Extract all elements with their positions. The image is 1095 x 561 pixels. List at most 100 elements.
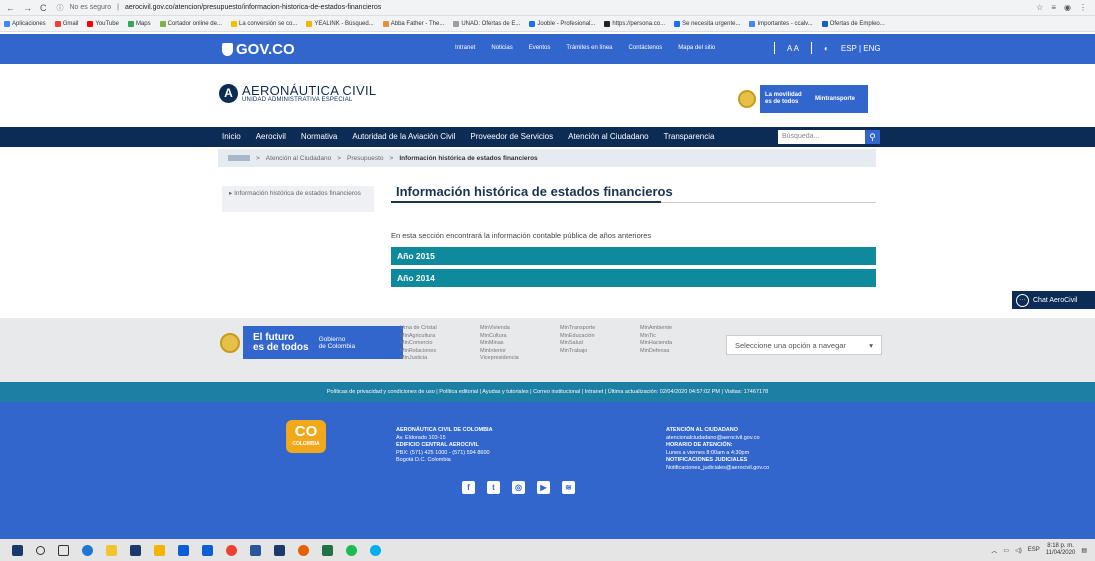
file-explorer-icon[interactable] xyxy=(106,544,117,556)
mail-icon[interactable] xyxy=(202,544,213,556)
search-icon[interactable] xyxy=(36,545,45,555)
bookmark-maps[interactable]: Maps xyxy=(127,20,151,27)
extensions-icon[interactable]: ≡ xyxy=(1051,3,1056,12)
dropbox-icon[interactable] xyxy=(178,544,189,556)
gov-link-eventos[interactable]: Eventos xyxy=(529,45,551,51)
rss-icon[interactable]: ≋ xyxy=(562,481,575,494)
star-icon[interactable]: ☆ xyxy=(1036,3,1043,12)
spotify-icon[interactable] xyxy=(346,544,357,556)
breadcrumb-atencion[interactable]: Atención al Ciudadano xyxy=(266,155,331,162)
colombia-co-logo[interactable]: CO COLOMBIA xyxy=(286,420,326,453)
gov-link-contactenos[interactable]: Contáctenos xyxy=(629,45,663,51)
notifications-icon[interactable]: ▤ xyxy=(1081,547,1087,554)
skype-icon[interactable] xyxy=(370,544,381,556)
menu-icon[interactable]: ⋮ xyxy=(1079,3,1087,12)
chrome-icon[interactable] xyxy=(226,544,237,556)
gov-link-mapa[interactable]: Mapa del sitio xyxy=(678,45,715,51)
link-item[interactable]: MinEducación xyxy=(560,333,640,341)
profile-icon[interactable]: ◉ xyxy=(1064,3,1071,12)
year-2015-accordion[interactable]: Año 2015 xyxy=(391,247,876,265)
bookmark-importantes[interactable]: Importantes - ccalv... xyxy=(749,20,813,27)
link-item[interactable]: MinCultura xyxy=(480,333,560,341)
policy-bar[interactable]: Políticas de privacidad y condiciones de… xyxy=(0,382,1095,402)
link-item[interactable]: MinComercio xyxy=(400,340,480,348)
bookmark-conversion[interactable]: La conversión se co... xyxy=(230,20,297,27)
search-icon[interactable]: ⚲ xyxy=(865,130,880,144)
bookmark-ofertas[interactable]: Ofertas de Empleo... xyxy=(821,20,885,27)
link-item[interactable]: MinMinas xyxy=(480,340,560,348)
forward-icon[interactable]: → xyxy=(23,3,32,13)
bolt-icon[interactable] xyxy=(154,544,165,556)
year-2014-accordion[interactable]: Año 2014 xyxy=(391,269,876,287)
instagram-icon[interactable]: ◎ xyxy=(512,481,525,494)
windows-start-icon[interactable] xyxy=(12,544,23,556)
email-link[interactable]: atencionalciudadano@aerocivil.gov.co xyxy=(666,435,769,443)
mintransporte-logo[interactable]: La movilidad es de todos Mintransporte xyxy=(738,85,868,113)
nav-inicio[interactable]: Inicio xyxy=(222,132,241,141)
reload-icon[interactable]: C xyxy=(40,3,47,13)
language-toggle[interactable]: ESP | ENG xyxy=(841,44,881,53)
address-bar[interactable]: ⓘ No es seguro | aerocivil.gov.co/atenci… xyxy=(57,3,382,13)
link-item[interactable]: MinInterior xyxy=(480,348,560,356)
back-icon[interactable]: ← xyxy=(6,3,15,13)
chevron-up-icon[interactable]: ︿ xyxy=(991,546,997,555)
twitter-icon[interactable]: t xyxy=(487,481,500,494)
excel-icon[interactable] xyxy=(322,544,333,556)
breadcrumb-presupuesto[interactable]: Presupuesto xyxy=(347,155,384,162)
nav-aerocivil[interactable]: Aerocivil xyxy=(256,132,286,141)
nav-normativa[interactable]: Normativa xyxy=(301,132,337,141)
bookmark-cortador[interactable]: Cortador online de... xyxy=(159,20,222,27)
navigate-select[interactable]: Seleccione una opción a navegar ▾ xyxy=(726,335,882,355)
input-language[interactable]: ESP xyxy=(1028,547,1040,553)
url-text[interactable]: aerocivil.gov.co/atencion/presupuesto/in… xyxy=(125,4,381,11)
bookmark-unad[interactable]: UNAD: Ofertas de E... xyxy=(453,20,520,27)
link-item[interactable]: MinTrabajo xyxy=(560,348,640,356)
chat-button[interactable]: ··· Chat AeroCivil xyxy=(1012,291,1095,309)
link-item[interactable]: MinSalud xyxy=(560,340,640,348)
govco-logo[interactable]: GOV.CO xyxy=(222,41,295,58)
link-item[interactable]: MinTransporte xyxy=(560,325,640,333)
nav-proveedor[interactable]: Proveedor de Servicios xyxy=(470,132,553,141)
firefox-icon[interactable] xyxy=(298,544,309,556)
bookmark-urgente[interactable]: Se necesita urgente... xyxy=(674,20,740,27)
bookmark-yealink[interactable]: YEALINK - Búsqued... xyxy=(306,20,374,27)
link-item[interactable]: MinJusticia xyxy=(400,355,480,363)
search-input[interactable]: Búsqueda... xyxy=(778,130,865,144)
bookmark-youtube[interactable]: YouTube xyxy=(87,20,119,27)
link-item[interactable]: MinRelaciones xyxy=(400,348,480,356)
bookmark-persona[interactable]: https://persona.co... xyxy=(604,20,665,27)
gov-link-tramites[interactable]: Trámites en línea xyxy=(566,45,612,51)
link-item[interactable]: Vicepresidencia xyxy=(480,355,560,363)
link-item[interactable]: MinDefensa xyxy=(640,348,720,356)
link-item[interactable]: MinAgricultura xyxy=(400,333,480,341)
bookmark-gmail[interactable]: Gmail xyxy=(54,20,78,27)
volume-icon[interactable]: ◁) xyxy=(1015,547,1022,554)
link-item[interactable]: MinVivienda xyxy=(480,325,560,333)
contrast-icon[interactable]: ◐ xyxy=(824,44,829,53)
bookmark-abba[interactable]: Abba Father - The... xyxy=(382,20,444,27)
apps-icon[interactable]: Aplicaciones xyxy=(4,20,46,27)
sidebar-item-estados-financieros[interactable]: ▸ Información histórica de estados finan… xyxy=(222,186,374,212)
bookmark-jooble[interactable]: Jooble - Profesional... xyxy=(529,20,595,27)
facebook-icon[interactable]: f xyxy=(462,481,475,494)
nav-autoridad[interactable]: Autoridad de la Aviación Civil xyxy=(352,132,455,141)
gov-link-intranet[interactable]: Intranet xyxy=(455,45,475,51)
youtube-icon[interactable]: ▶ xyxy=(537,481,550,494)
link-item[interactable]: MinHacienda xyxy=(640,340,720,348)
home-icon[interactable] xyxy=(228,155,250,161)
link-item[interactable]: MinTic xyxy=(640,333,720,341)
nav-atencion[interactable]: Atención al Ciudadano xyxy=(568,132,649,141)
text-size-toggle[interactable]: A A xyxy=(787,44,799,53)
clock[interactable]: 8:18 p. m. 11/04/2020 xyxy=(1046,543,1076,557)
nav-transparencia[interactable]: Transparencia xyxy=(664,132,715,141)
gov-link-noticias[interactable]: Noticias xyxy=(491,45,512,51)
network-icon[interactable]: ▭ xyxy=(1003,547,1009,554)
edge-icon[interactable] xyxy=(82,544,93,556)
link-item[interactable]: Urna de Cristal xyxy=(400,325,480,333)
app-icon[interactable] xyxy=(274,544,285,556)
futuro-logo[interactable]: El futuro es de todos Gobierno de Colomb… xyxy=(220,326,403,359)
store-icon[interactable] xyxy=(130,544,141,556)
link-item[interactable]: MinAmbiente xyxy=(640,325,720,333)
task-view-icon[interactable] xyxy=(58,544,69,556)
email-link[interactable]: Notificaciones_judiciales@aerocivil.gov.… xyxy=(666,465,769,473)
